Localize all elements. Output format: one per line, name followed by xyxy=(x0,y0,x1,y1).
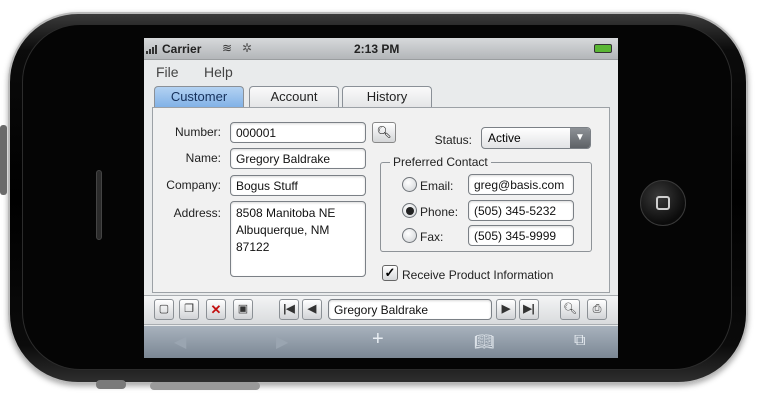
pages-icon[interactable]: ⧉ xyxy=(574,332,585,350)
plus-icon[interactable]: + xyxy=(372,328,384,351)
find-icon: 🔍︎ xyxy=(563,303,577,315)
email-radio-label: Email: xyxy=(420,179,454,193)
first-record-button[interactable]: |◀ xyxy=(279,299,299,320)
phone-field[interactable]: (505) 345-5232 xyxy=(468,200,574,221)
menu-file[interactable]: File xyxy=(156,64,179,80)
menu-help[interactable]: Help xyxy=(204,64,233,80)
address-field[interactable]: 8508 Manitoba NE Albuquerque, NM 87122 xyxy=(230,201,366,277)
activity-icon: ✲ xyxy=(242,41,253,55)
phone-screen: Carrier ≋ ✲ 2:13 PM File Help Customer A… xyxy=(144,38,618,358)
fax-radio[interactable] xyxy=(402,228,417,243)
fax-radio-label: Fax: xyxy=(420,230,444,244)
number-field[interactable]: 000001 xyxy=(230,122,366,143)
status-bar: Carrier ≋ ✲ 2:13 PM xyxy=(144,38,618,60)
name-field[interactable]: Gregory Baldrake xyxy=(230,148,366,169)
number-label: Number: xyxy=(174,125,221,139)
delete-record-button[interactable]: ✕ xyxy=(206,299,226,320)
last-record-button[interactable]: ▶| xyxy=(519,299,539,320)
last-record-icon: ▶| xyxy=(523,303,535,315)
tab-customer[interactable]: Customer xyxy=(154,86,244,108)
clock: 2:13 PM xyxy=(354,42,400,56)
phone-radio[interactable] xyxy=(402,203,417,218)
search-icon: 🔍︎ xyxy=(376,125,392,139)
find-button[interactable]: 🔍︎ xyxy=(560,299,580,320)
receive-info-label: Receive Product Information xyxy=(402,268,554,282)
signal-icon xyxy=(146,44,160,54)
battery-icon xyxy=(594,44,612,53)
previous-record-icon: ◀ xyxy=(307,303,317,315)
save-icon: ▣ xyxy=(237,303,249,315)
email-field[interactable]: greg@basis.com xyxy=(468,174,574,195)
phone-radio-label: Phone: xyxy=(420,205,459,219)
next-record-button[interactable]: ▶ xyxy=(496,299,516,320)
delete-icon: ✕ xyxy=(210,302,222,317)
phone-edge-button xyxy=(96,380,126,389)
copy-icon: ❐ xyxy=(184,303,194,315)
status-label: Status: xyxy=(434,133,472,147)
home-square-icon xyxy=(656,196,670,210)
preferred-contact-title: Preferred Contact xyxy=(390,155,491,169)
company-label: Company: xyxy=(166,178,221,192)
chevron-down-icon[interactable]: ▼ xyxy=(570,128,590,148)
phone-speaker xyxy=(96,170,102,240)
record-navigator-field[interactable]: Gregory Baldrake xyxy=(328,299,492,320)
print-icon: ⎙ xyxy=(592,303,602,315)
receive-info-checkbox[interactable]: ✓ xyxy=(382,265,398,281)
company-field[interactable]: Bogus Stuff xyxy=(230,175,366,196)
carrier-label: Carrier xyxy=(162,42,202,56)
save-record-button[interactable]: ▣ xyxy=(233,299,253,320)
print-button[interactable]: ⎙ xyxy=(587,299,607,320)
phone-edge-button xyxy=(150,382,260,390)
name-label: Name: xyxy=(185,151,221,165)
fax-field[interactable]: (505) 345-9999 xyxy=(468,225,574,246)
first-record-icon: |◀ xyxy=(283,303,295,315)
forward-arrow-icon[interactable]: ▶ xyxy=(276,332,288,352)
copy-record-button[interactable]: ❐ xyxy=(179,299,199,320)
tab-history[interactable]: History xyxy=(342,86,432,108)
email-radio[interactable] xyxy=(402,177,417,192)
address-label: Address: xyxy=(173,206,221,220)
next-record-icon: ▶ xyxy=(501,303,511,315)
volume-button xyxy=(0,125,7,195)
new-document-icon: ▢ xyxy=(158,303,170,315)
bookmarks-icon[interactable]: 📖︎ xyxy=(474,332,494,352)
back-arrow-icon[interactable]: ◀ xyxy=(174,332,186,352)
previous-record-button[interactable]: ◀ xyxy=(302,299,322,320)
new-record-button[interactable]: ▢ xyxy=(154,299,174,320)
tab-account[interactable]: Account xyxy=(249,86,339,108)
wifi-icon: ≋ xyxy=(222,41,233,55)
